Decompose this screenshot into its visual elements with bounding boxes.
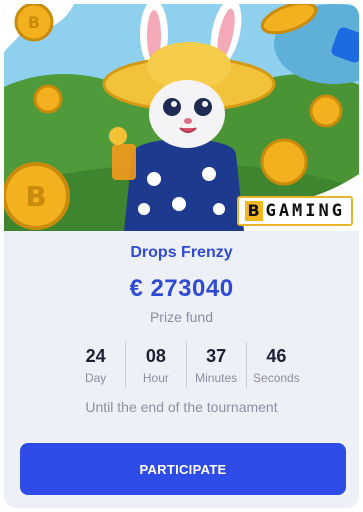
countdown-value: 46 <box>266 346 287 366</box>
countdown-unit: Day <box>84 371 107 385</box>
countdown-caption: Until the end of the tournament <box>85 399 278 415</box>
countdown-value: 24 <box>85 346 106 366</box>
countdown-hours: 08 Hour <box>125 342 185 388</box>
countdown-value: 08 <box>145 346 166 366</box>
countdown-unit: Seconds <box>253 371 300 385</box>
countdown-value: 37 <box>206 346 227 366</box>
svg-text:B: B <box>28 13 40 32</box>
hero-banner: B B B GAMING <box>4 4 359 231</box>
countdown-days: 24 Day <box>66 342 125 388</box>
countdown-unit: Hour <box>142 371 169 385</box>
countdown-minutes: 37 Minutes <box>185 342 246 388</box>
countdown-timer: 24 Day 08 Hour 37 Minutes 46 Seconds <box>66 342 306 388</box>
provider-logo-letter: B <box>244 201 263 221</box>
participate-button[interactable]: PARTICIPATE <box>20 443 346 495</box>
tournament-card: B B B GAMING Drops Frenzy € 273040 Prize… <box>4 4 359 508</box>
prize-amount: € 273040 <box>129 275 234 302</box>
countdown-unit: Minutes <box>195 371 238 385</box>
countdown-seconds: 46 Seconds <box>245 342 306 388</box>
prize-label: Prize fund <box>149 309 214 325</box>
svg-text:B: B <box>25 180 46 213</box>
provider-logo-text: GAMING <box>265 201 345 221</box>
tournament-title: Drops Frenzy <box>130 244 233 261</box>
provider-logo: B GAMING <box>236 196 353 226</box>
coin-icon: B <box>14 4 54 42</box>
